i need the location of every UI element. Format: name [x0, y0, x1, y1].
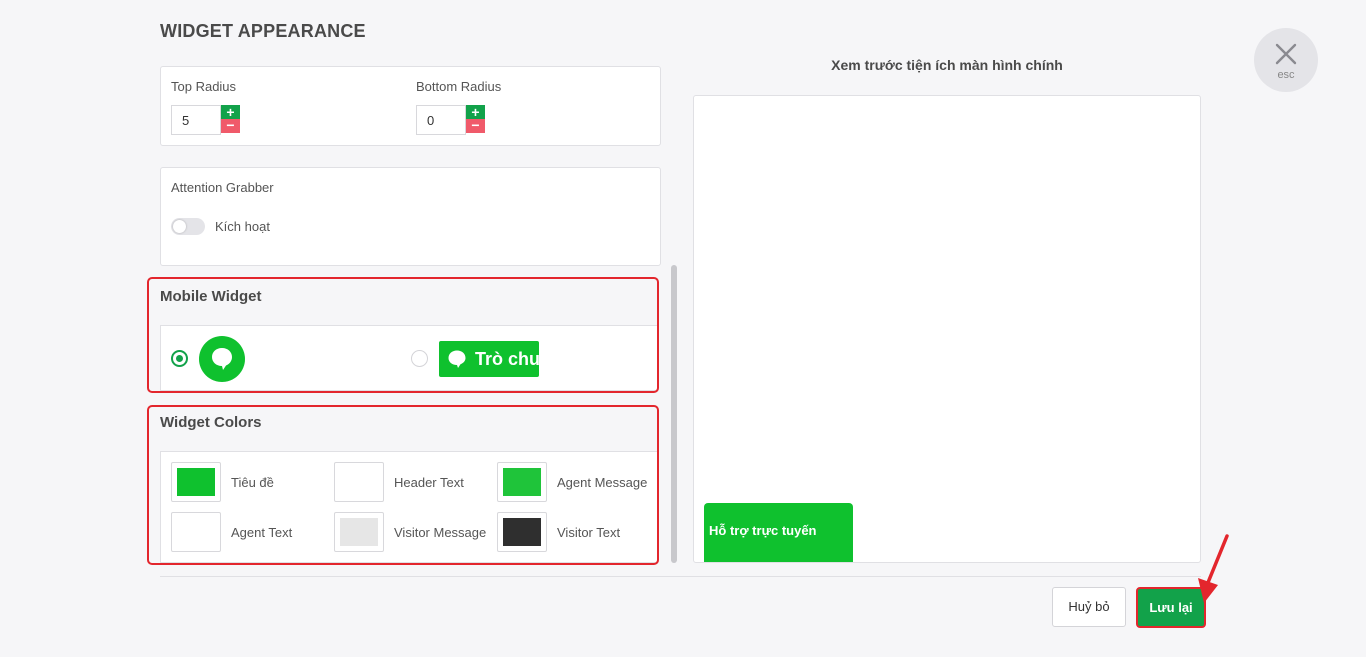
attention-grabber-toggle[interactable] [171, 218, 205, 235]
bottom-radius-decrement-button[interactable]: − [466, 118, 485, 133]
highlight-box-widget-colors [147, 405, 659, 565]
top-radius-decrement-button[interactable]: − [221, 118, 240, 133]
annotation-arrow-icon [1198, 534, 1229, 603]
bottom-radius-label: Bottom Radius [416, 79, 502, 94]
bottom-radius-stepper: 0 + − [416, 105, 485, 135]
settings-scrollbar[interactable] [671, 265, 677, 563]
esc-label: esc [1277, 69, 1295, 81]
toggle-knob [173, 220, 186, 233]
esc-close-button[interactable]: esc [1254, 28, 1318, 92]
attention-toggle-label: Kích hoạt [215, 219, 270, 234]
preview-title: Xem trước tiện ích màn hình chính [831, 57, 1063, 73]
cancel-button[interactable]: Huỷ bỏ [1052, 587, 1126, 627]
top-radius-label: Top Radius [171, 79, 237, 94]
top-radius-stepper: 5 + − [171, 105, 240, 135]
page-title: WIDGET APPEARANCE [160, 21, 366, 41]
close-icon [1275, 43, 1297, 65]
top-radius-input[interactable]: 5 [171, 105, 221, 135]
highlight-box-mobile-widget [147, 277, 659, 393]
preview-chat-tab[interactable]: Hỗ trợ trực tuyến [704, 503, 853, 562]
footer-divider [160, 576, 1201, 577]
attention-grabber-label: Attention Grabber [171, 180, 274, 195]
preview-area: Hỗ trợ trực tuyến [693, 95, 1201, 563]
preview-chat-tab-label: Hỗ trợ trực tuyến [709, 523, 817, 538]
bottom-radius-input[interactable]: 0 [416, 105, 466, 135]
